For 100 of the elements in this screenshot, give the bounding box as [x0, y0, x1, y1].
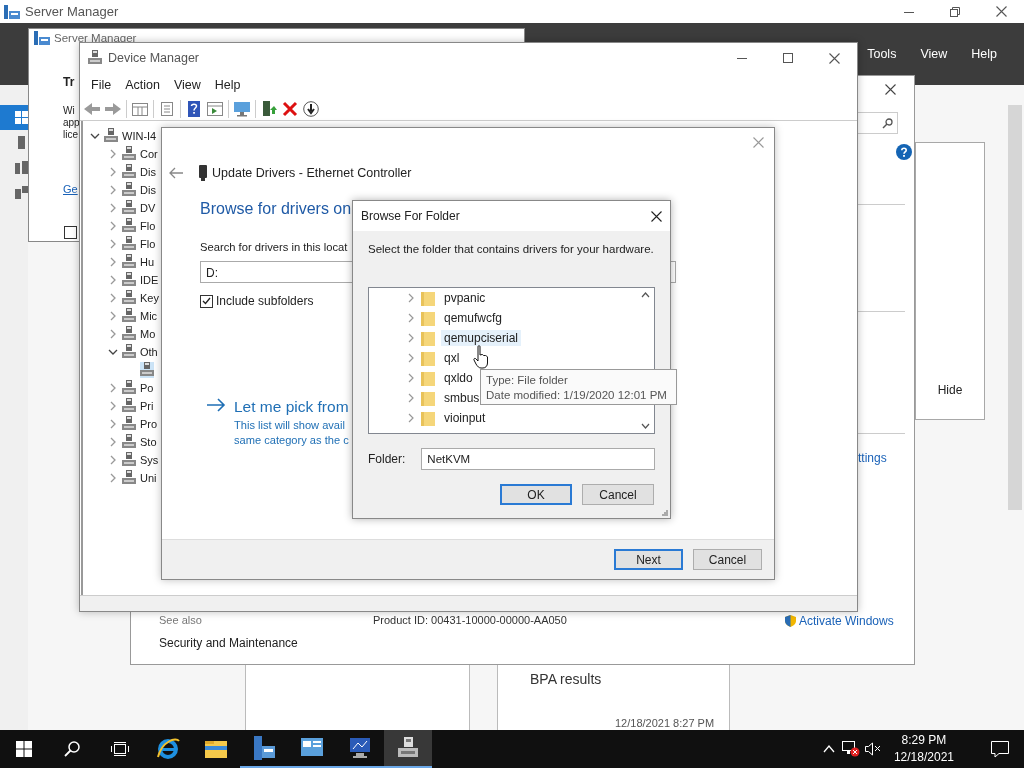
- folder-item[interactable]: pvpanic: [441, 290, 489, 306]
- table-icon[interactable]: [132, 100, 148, 117]
- tree-item[interactable]: Pro: [139, 418, 159, 430]
- monitor-icon[interactable]: [234, 100, 250, 117]
- tree-item[interactable]: Po: [139, 382, 155, 394]
- delete-icon[interactable]: [282, 100, 298, 117]
- tree-item[interactable]: Cor: [139, 148, 159, 160]
- tree-item[interactable]: Hu: [139, 256, 156, 268]
- link[interactable]: ttings: [858, 451, 914, 465]
- arrow-icon[interactable]: [207, 398, 226, 412]
- activate-link[interactable]: Activate Windows: [785, 614, 914, 628]
- tree-item[interactable]: Pri: [139, 400, 155, 412]
- menu-item[interactable]: View: [918, 47, 950, 61]
- restore-icon[interactable]: [950, 6, 960, 17]
- folder-item[interactable]: qemufwcfg: [441, 310, 506, 326]
- back-arrow-icon[interactable]: [169, 167, 183, 179]
- monitor-icon: [348, 736, 372, 760]
- hand-cursor-icon: [473, 345, 489, 369]
- clock-time[interactable]: 8:29 PM: [893, 732, 954, 749]
- checkbox-label: Include subfolders: [216, 294, 314, 308]
- folder-item[interactable]: qemupciserial: [441, 330, 522, 346]
- close-icon[interactable]: [651, 210, 662, 222]
- hide-button[interactable]: Hide: [933, 381, 967, 399]
- device-icon: [122, 308, 136, 324]
- tree-item[interactable]: Sto: [139, 436, 158, 448]
- network-icon[interactable]: [841, 741, 860, 757]
- device-icon: [122, 290, 136, 306]
- checkbox[interactable]: [200, 294, 213, 308]
- device-icon: [122, 470, 136, 486]
- nav-item[interactable]: [0, 105, 28, 130]
- device-icon: [122, 164, 136, 180]
- tree-item[interactable]: Flo: [139, 238, 157, 250]
- device-icon: [122, 434, 136, 450]
- back-arrow-icon[interactable]: [84, 100, 100, 117]
- device-icon: [122, 272, 136, 288]
- link[interactable]: Ge: [63, 183, 78, 195]
- tree-item[interactable]: Dis: [139, 184, 157, 196]
- scroll-down-icon[interactable]: [641, 423, 650, 429]
- close-icon[interactable]: [995, 6, 1007, 17]
- tree-item[interactable]: Key: [139, 292, 160, 304]
- product-id: Product ID: 00431-10000-00000-AA050: [373, 614, 568, 628]
- help-icon[interactable]: [896, 144, 912, 160]
- nav-icon: [15, 136, 28, 149]
- update-driver-icon[interactable]: [261, 100, 277, 117]
- close-icon[interactable]: [885, 84, 896, 95]
- folder-icon: [421, 390, 435, 406]
- task-view-icon: [111, 742, 129, 756]
- tree-item[interactable]: Mo: [139, 328, 157, 340]
- tree-item[interactable]: Uni: [139, 472, 158, 484]
- folder-icon: [421, 330, 435, 346]
- folder-item[interactable]: smbus: [441, 390, 483, 406]
- menu-item[interactable]: Tools: [865, 47, 899, 61]
- close-icon[interactable]: [828, 52, 840, 64]
- tree-item[interactable]: Flo: [139, 220, 157, 232]
- maximize-icon[interactable]: [783, 53, 793, 63]
- folder-icon: [421, 310, 435, 326]
- section-label: See also: [159, 614, 203, 628]
- server-icon: [252, 736, 276, 760]
- checkbox[interactable]: [64, 226, 77, 239]
- folder-field[interactable]: NetKVM: [421, 448, 655, 470]
- tree-item[interactable]: Oth: [139, 346, 159, 358]
- tree-item[interactable]: Mic: [139, 310, 159, 322]
- link[interactable]: Let me pick from: [234, 398, 349, 416]
- scroll-up-icon[interactable]: [641, 292, 650, 298]
- menu-item[interactable]: Help: [969, 47, 999, 61]
- tree-item[interactable]: DV: [139, 202, 157, 214]
- device-icon: [122, 380, 136, 396]
- tree-item[interactable]: WIN-I4: [121, 130, 158, 142]
- tree-item[interactable]: Dis: [139, 166, 157, 178]
- tree-item[interactable]: IDE: [139, 274, 160, 286]
- button[interactable]: Cancel: [693, 549, 762, 570]
- download-icon[interactable]: [303, 100, 319, 117]
- device-icon: [122, 398, 136, 414]
- link[interactable]: Security and Maintenance: [159, 636, 785, 650]
- folder-item[interactable]: qxl: [441, 350, 463, 366]
- taskbar-app[interactable]: [384, 730, 432, 768]
- volume-muted-icon[interactable]: [864, 742, 881, 756]
- panel-icon[interactable]: [207, 100, 223, 117]
- forward-arrow-icon[interactable]: [105, 100, 121, 117]
- menu-item[interactable]: Help: [207, 78, 248, 92]
- menu-item[interactable]: File: [84, 78, 119, 92]
- scrollbar[interactable]: [1008, 105, 1022, 510]
- folder-item[interactable]: vioinput: [441, 410, 489, 426]
- field-label: Folder:: [368, 452, 406, 466]
- resize-grip-icon[interactable]: [661, 509, 668, 516]
- list-icon[interactable]: [159, 100, 175, 117]
- clock-date[interactable]: 12/18/2021: [893, 749, 954, 766]
- notification-icon[interactable]: [991, 740, 1009, 758]
- menu-item[interactable]: Action: [118, 78, 167, 92]
- search-field[interactable]: [858, 112, 898, 134]
- chevron-up-icon[interactable]: [822, 745, 835, 753]
- tree-item[interactable]: Sys: [139, 454, 160, 466]
- button[interactable]: Cancel: [582, 484, 654, 505]
- folder-item[interactable]: qxldo: [441, 370, 476, 386]
- menu-item[interactable]: View: [166, 78, 208, 92]
- check-icon: [202, 297, 211, 305]
- help-icon[interactable]: [186, 100, 202, 117]
- nav-icon: [15, 161, 28, 174]
- button[interactable]: OK: [500, 484, 572, 505]
- button[interactable]: Next: [614, 549, 683, 570]
